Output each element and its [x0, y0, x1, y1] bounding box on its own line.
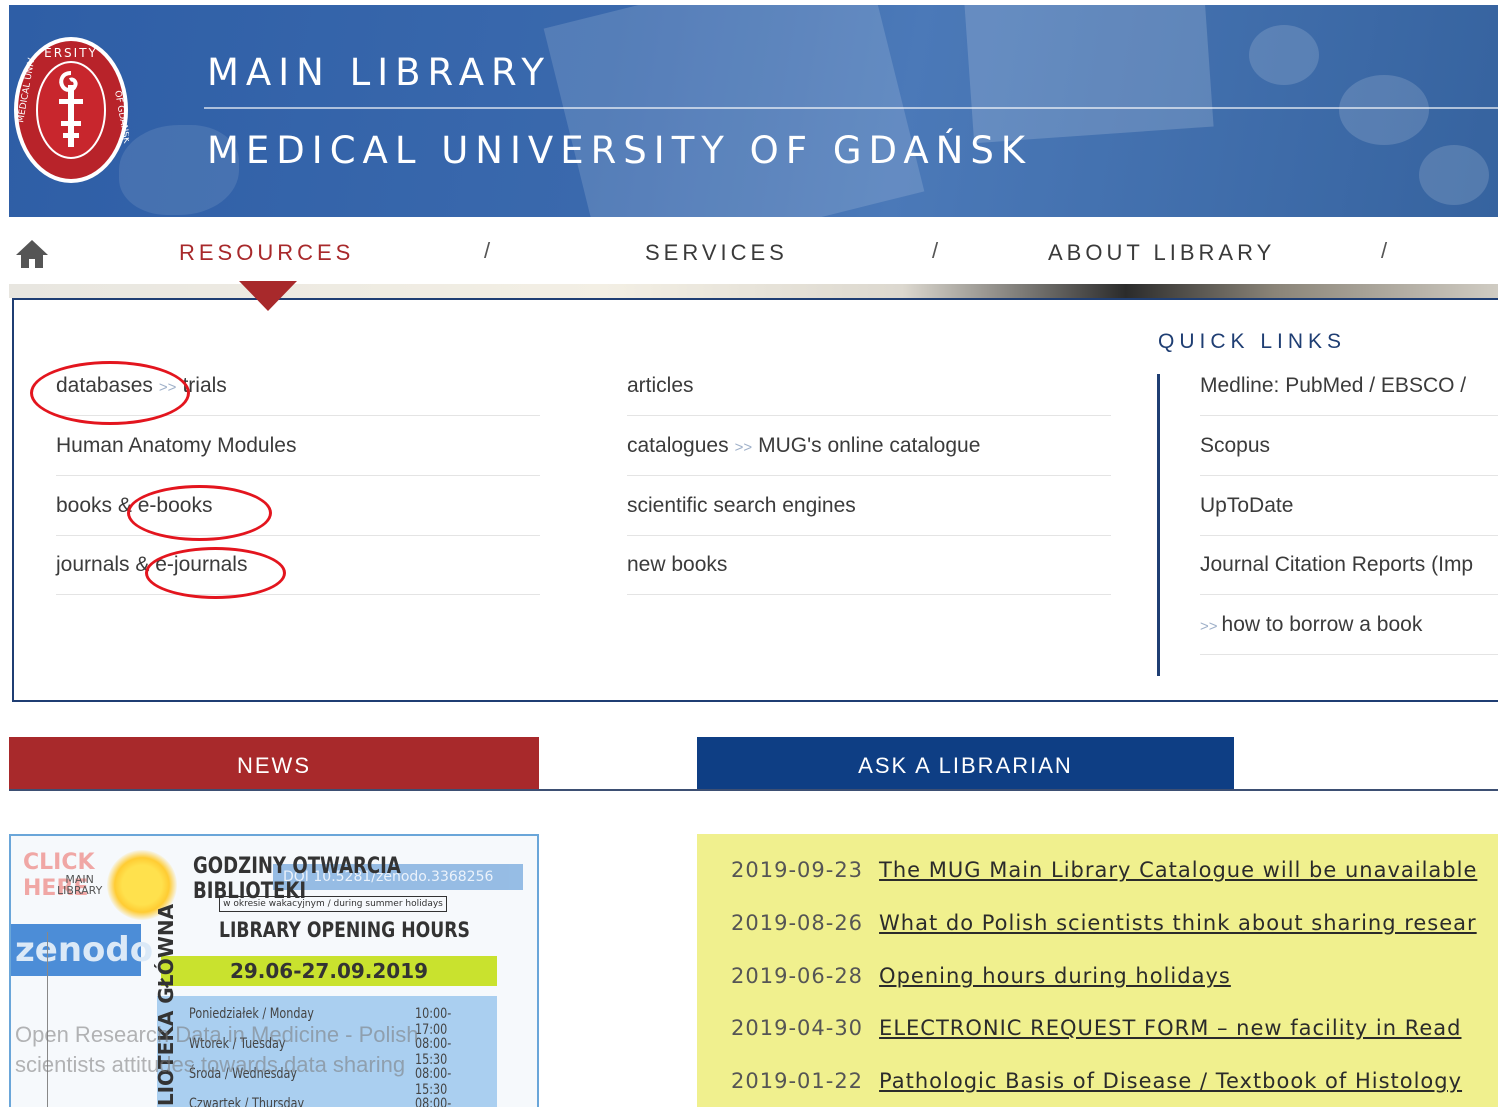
news-item: 2019-06-28 Opening hours during holidays [731, 964, 1231, 988]
ampersand: & [135, 553, 150, 576]
news-item: 2019-08-26 What do Polish scientists thin… [731, 911, 1477, 935]
news-item: 2019-01-22 Pathologic Basis of Disease / … [731, 1069, 1462, 1093]
news-date: 2019-04-30 [731, 1016, 864, 1040]
menu-link-e-journals[interactable]: e-journals [155, 553, 247, 576]
quick-link-uptodate[interactable]: UpToDate [1200, 494, 1498, 536]
menu-item-databases[interactable]: databases >> trials [56, 374, 540, 416]
tabs-underline [9, 789, 1498, 791]
menu-item-journals[interactable]: journals & e-journals [56, 553, 540, 595]
news-item: 2019-09-23 The MUG Main Library Catalogue… [731, 858, 1477, 882]
nav-resources[interactable]: RESOURCES [179, 240, 354, 266]
quick-link-scopus[interactable]: Scopus [1200, 434, 1498, 476]
university-logo[interactable]: ERSITY MEDICAL UNIV OF GDANSK [11, 33, 129, 183]
news-date: 2019-09-23 [731, 858, 864, 882]
news-link[interactable]: Pathologic Basis of Disease / Textbook o… [879, 1069, 1462, 1093]
menu-item-scientific-search-engines[interactable]: scientific search engines [627, 494, 1111, 536]
news-date: 2019-06-28 [731, 964, 864, 988]
tab-news[interactable]: NEWS [9, 737, 539, 789]
nav-separator: / [932, 238, 939, 263]
quick-links-heading: QUICK LINKS [1158, 330, 1347, 353]
chevron-right-icon: >> [1200, 618, 1218, 635]
chevron-right-icon: >> [734, 439, 753, 456]
menu-link-articles[interactable]: articles [627, 374, 694, 397]
nav-services[interactable]: SERVICES [645, 240, 788, 266]
quick-link-medline[interactable]: Medline: PubMed / EBSCO / [1200, 374, 1498, 416]
news-item: 2019-04-30 ELECTRONIC REQUEST FORM – new … [731, 1016, 1461, 1040]
quick-links-divider [1157, 374, 1160, 676]
main-library-label: MAIN LIBRARY [57, 873, 103, 897]
news-list: 2019-09-23 The MUG Main Library Catalogue… [697, 834, 1498, 1107]
chevron-right-icon: >> [158, 379, 177, 396]
nav-separator: / [1381, 238, 1388, 263]
menu-item-human-anatomy-modules[interactable]: Human Anatomy Modules [56, 434, 540, 476]
menu-item-new-books[interactable]: new books [627, 553, 1111, 595]
banner-background-paper [964, 5, 1214, 144]
home-icon[interactable] [14, 238, 50, 270]
menu-link-human-anatomy-modules[interactable]: Human Anatomy Modules [56, 434, 296, 457]
hours-time: 10:00-17:00 [415, 1006, 452, 1038]
main-nav: RESOURCES / SERVICES / ABOUT LIBRARY / [9, 218, 1498, 288]
menu-item-books[interactable]: books & e-books [56, 494, 540, 536]
menu-link-databases[interactable]: databases [56, 374, 153, 397]
banner-background-book [543, 5, 925, 217]
quick-link-journal-citation-reports[interactable]: Journal Citation Reports (Imp [1200, 553, 1498, 595]
nav-about-library[interactable]: ABOUT LIBRARY [1048, 240, 1275, 266]
quick-link-how-to-borrow[interactable]: >> how to borrow a book [1200, 613, 1498, 655]
banner-background-bone [1249, 25, 1319, 85]
menu-link-trials[interactable]: trials [182, 374, 226, 397]
svg-text:ERSITY: ERSITY [44, 46, 98, 60]
menu-link-online-catalogue[interactable]: MUG's online catalogue [758, 434, 980, 457]
resources-dropdown: databases >> trials Human Anatomy Modules … [12, 298, 1498, 702]
hours-time: 08:00-15:30 [415, 1036, 452, 1068]
banner-background-bone [1419, 145, 1489, 205]
menu-link-journals[interactable]: journals [56, 553, 130, 576]
news-link[interactable]: The MUG Main Library Catalogue will be u… [879, 858, 1477, 882]
active-nav-caret [239, 281, 297, 311]
image-heading: LIBRARY OPENING HOURS [219, 918, 470, 942]
nav-separator: / [484, 238, 491, 263]
vertical-library-label: BIBLIOTEKA GŁÓWNA [47, 904, 178, 1107]
header-divider [204, 107, 1498, 109]
overlay-caption-line1: Open Research Data in Medicine - Polish [15, 1022, 419, 1047]
menu-link-scientific-search-engines[interactable]: scientific search engines [627, 494, 856, 517]
hours-day: Czwartek / Thursday [189, 1096, 305, 1107]
news-link[interactable]: ELECTRONIC REQUEST FORM – new facility i… [879, 1016, 1461, 1040]
library-title: MAIN LIBRARY [207, 51, 551, 94]
quick-link-how-to-borrow-label[interactable]: how to borrow a book [1222, 613, 1423, 636]
image-date-range: 29.06-27.09.2019 [161, 956, 497, 986]
news-link[interactable]: What do Polish scientists think about sh… [879, 911, 1477, 935]
tab-ask-a-librarian[interactable]: ASK A LIBRARIAN [697, 737, 1234, 789]
nav-background-strip [9, 284, 1498, 298]
menu-item-catalogues[interactable]: catalogues >> MUG's online catalogue [627, 434, 1111, 476]
image-subtitle: w okresie wakacyjnym / during summer hol… [219, 896, 447, 912]
news-featured-image[interactable]: CLICK HERE MAIN LIBRARY DOI 10.5281/zenodo… [9, 834, 539, 1107]
menu-link-catalogues[interactable]: catalogues [627, 434, 729, 457]
news-link[interactable]: Opening hours during holidays [879, 964, 1231, 988]
news-date: 2019-01-22 [731, 1069, 864, 1093]
overlay-caption-line2: scientists attitudes towards data sharin… [15, 1052, 406, 1077]
hours-time: 08:00-15:30 [415, 1096, 452, 1107]
university-title: MEDICAL UNIVERSITY OF GDAŃSK [207, 129, 1033, 172]
header-banner: ERSITY MEDICAL UNIV OF GDANSK MAIN LIBRA… [9, 5, 1498, 217]
menu-link-books[interactable]: books [56, 494, 112, 517]
menu-link-new-books[interactable]: new books [627, 553, 727, 576]
banner-background-bone [1339, 75, 1429, 145]
menu-link-e-books[interactable]: e-books [138, 494, 213, 517]
hours-day: Poniedziałek / Monday [189, 1006, 314, 1022]
hours-time: 08:00-15:30 [415, 1066, 452, 1098]
news-date: 2019-08-26 [731, 911, 864, 935]
menu-item-articles[interactable]: articles [627, 374, 1111, 416]
ampersand: & [117, 494, 132, 517]
